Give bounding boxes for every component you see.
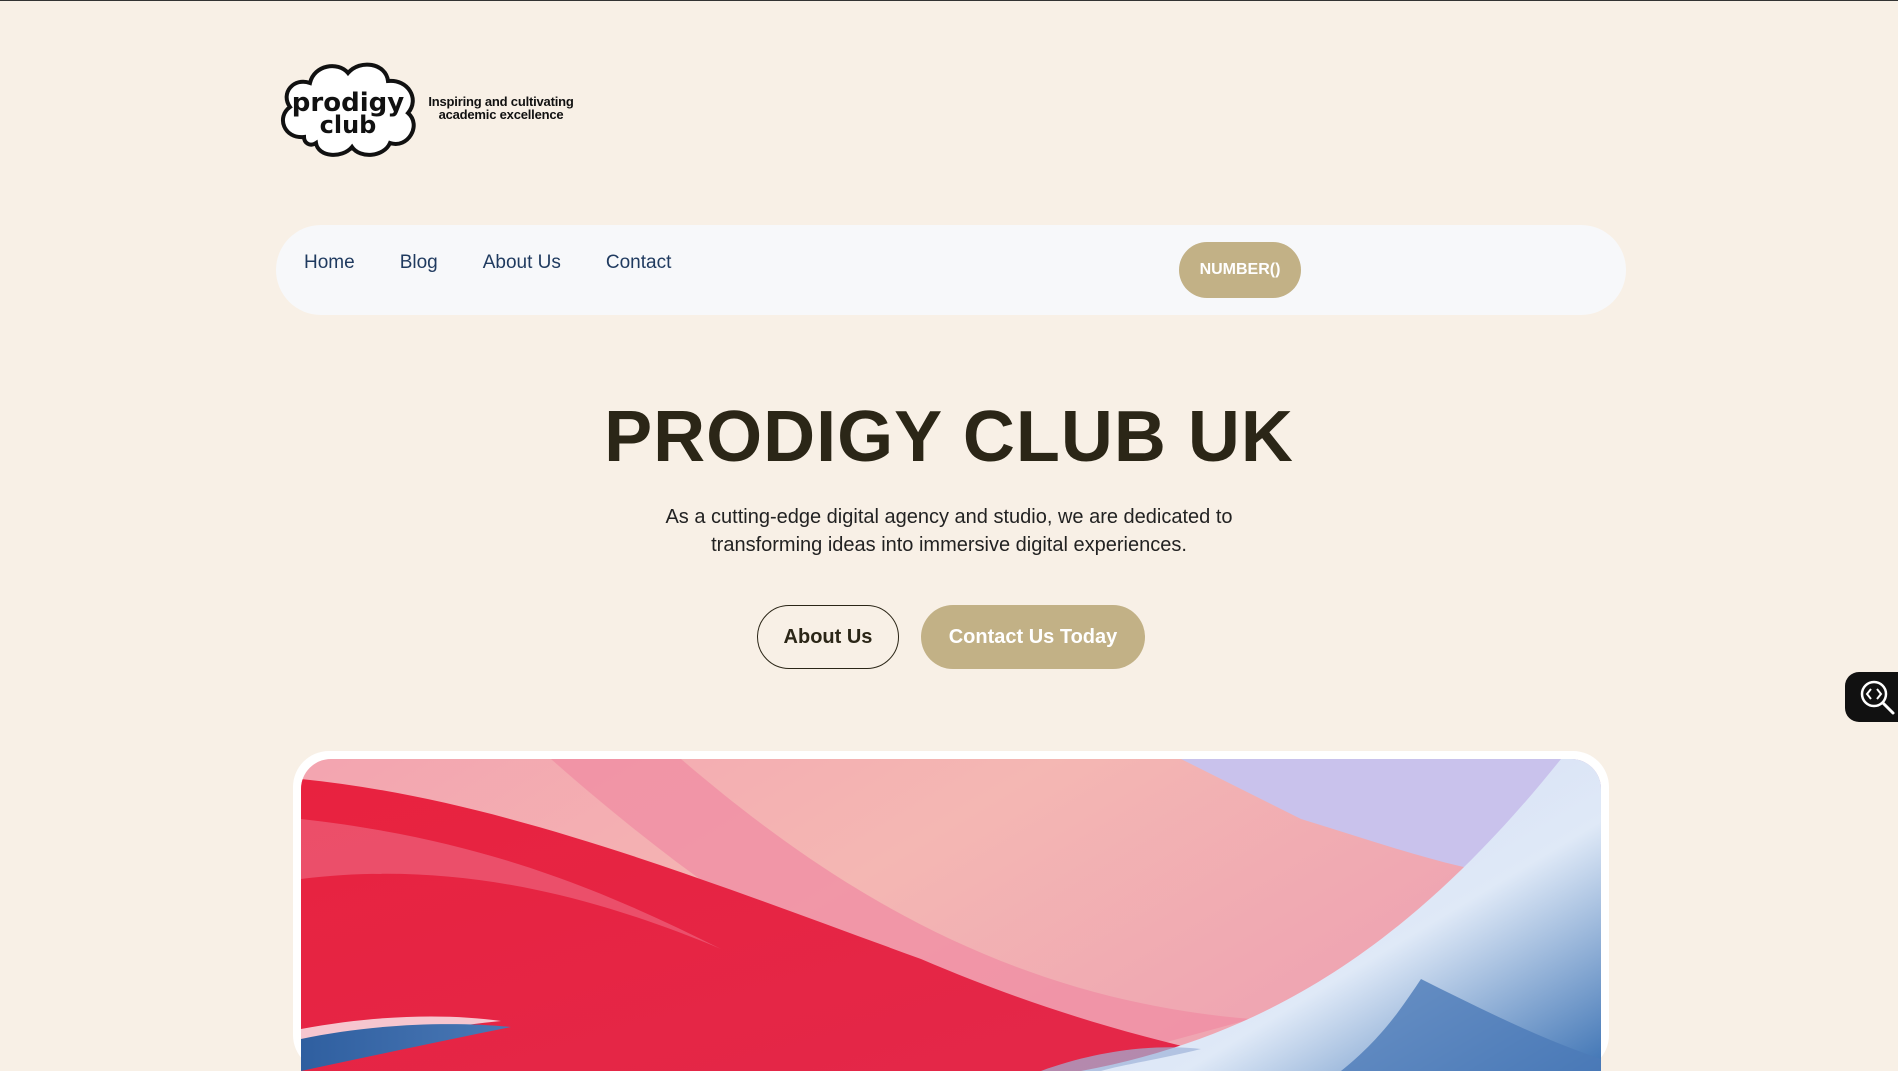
code-search-icon	[1860, 680, 1895, 715]
number-button[interactable]: NUMBER()	[1179, 242, 1301, 298]
about-us-button[interactable]: About Us	[757, 605, 899, 669]
nav-links: Home Blog About Us Contact	[304, 247, 716, 279]
hero-subtitle-line1: As a cutting-edge digital agency and stu…	[665, 506, 1233, 528]
nav-link-blog[interactable]: Blog	[400, 247, 438, 279]
site-tagline: Inspiring and cultivating academic excel…	[426, 95, 576, 121]
cloud-logo-icon: prodigy club	[281, 62, 416, 157]
logo-text-line2: club	[320, 111, 377, 139]
hero-subtitle-line2: transforming ideas into immersive digita…	[711, 534, 1187, 556]
hero-cta-row: About Us Contact Us Today	[757, 605, 1145, 669]
accessibility-widget[interactable]	[1845, 672, 1898, 722]
tagline-line2: academic excellence	[438, 107, 564, 122]
nav-link-home[interactable]: Home	[304, 247, 355, 279]
contact-us-today-button[interactable]: Contact Us Today	[921, 605, 1145, 669]
main-navbar: Home Blog About Us Contact NUMBER()	[276, 225, 1626, 315]
page-title: PRODIGY CLUB UK	[604, 397, 1294, 477]
nav-link-about-us[interactable]: About Us	[483, 247, 561, 279]
hero-subtitle: As a cutting-edge digital agency and stu…	[0, 503, 1898, 559]
nav-link-contact[interactable]: Contact	[606, 247, 671, 279]
hero-image-frame	[293, 751, 1609, 1071]
site-logo[interactable]: prodigy club Inspiring and cultivating a…	[276, 59, 576, 157]
hero-abstract-image	[301, 759, 1601, 1071]
abstract-wave-graphic	[301, 759, 1601, 1071]
